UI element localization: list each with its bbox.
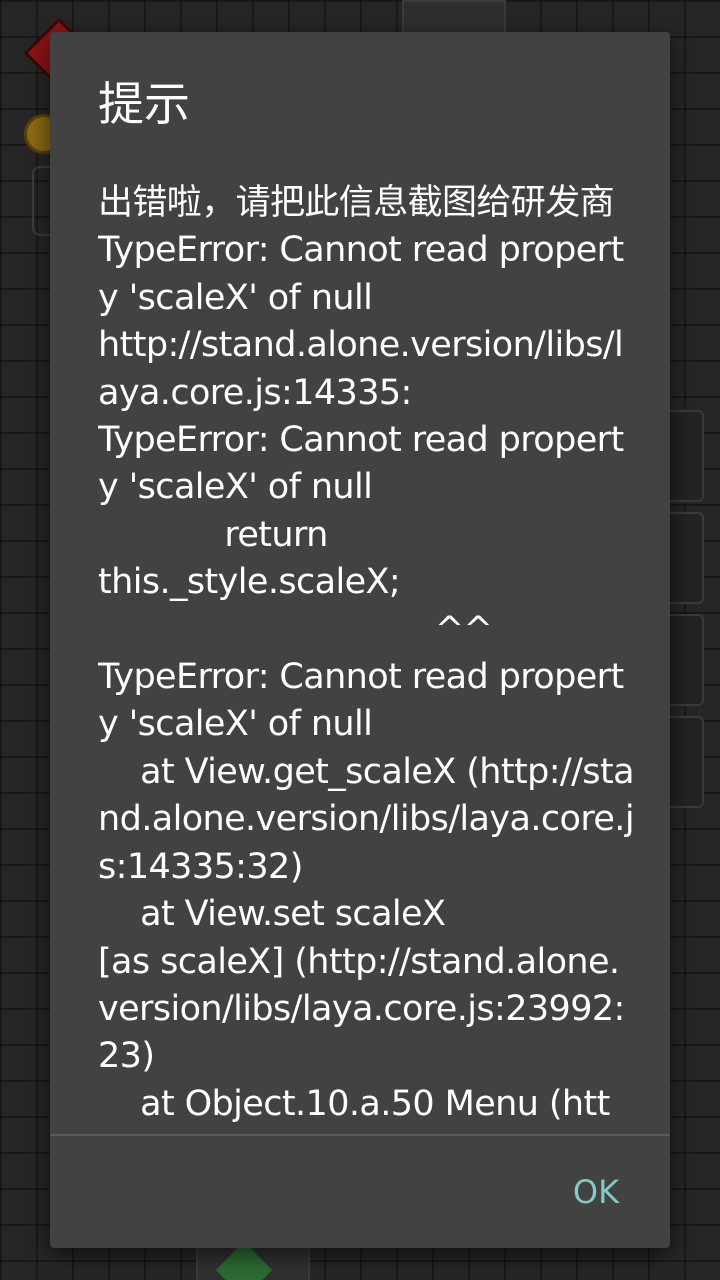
dialog-button-bar: OK [50,1136,670,1248]
chevron-down-icon [196,1244,310,1280]
ok-button[interactable]: OK [566,1162,626,1222]
dialog-title: 提示 [98,77,190,131]
dialog-message[interactable]: 出错啦，请把此信息截图给研发商 TypeError: Cannot read p… [98,180,638,1135]
error-dialog: 提示 出错啦，请把此信息截图给研发商 TypeError: Cannot rea… [50,32,670,1248]
